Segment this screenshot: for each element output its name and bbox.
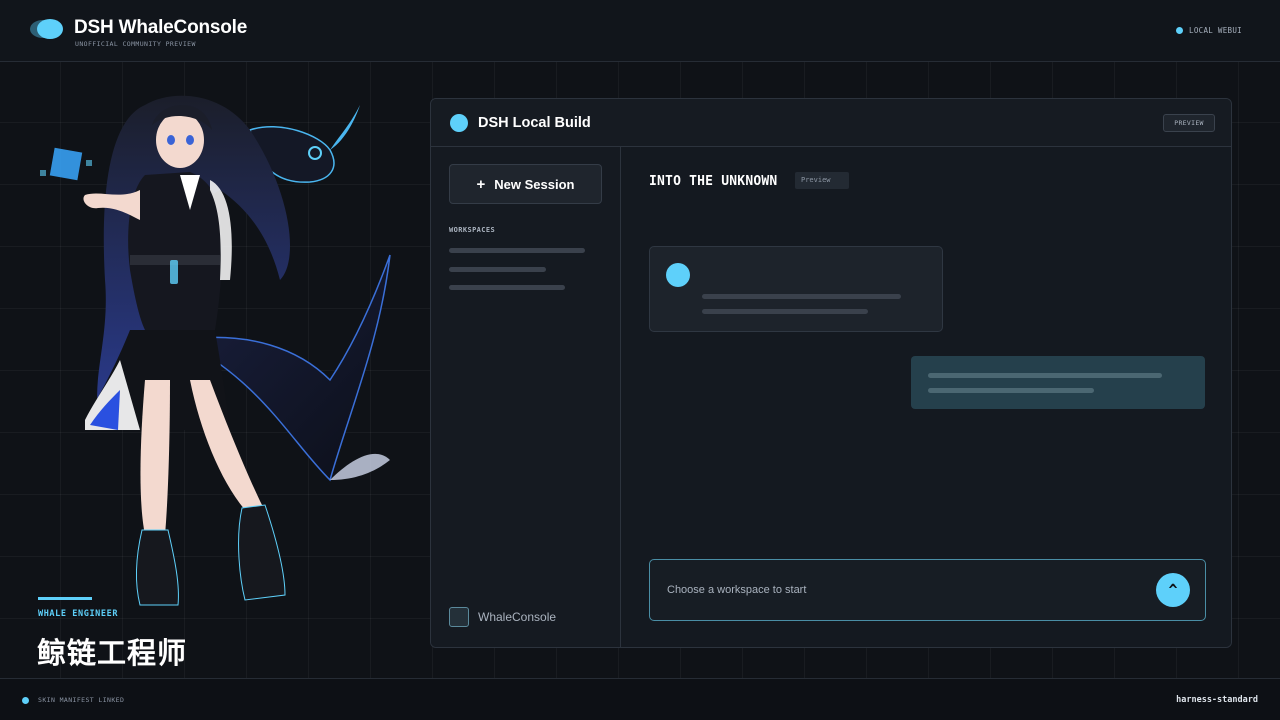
console-checkbox-icon[interactable] xyxy=(449,607,469,627)
whale-logo-icon xyxy=(30,19,64,39)
assistant-message xyxy=(649,246,943,332)
preview-badge: PREVIEW xyxy=(1163,114,1215,132)
app-subtitle: UNOFFICIAL COMMUNITY PREVIEW xyxy=(75,40,196,48)
message-line-placeholder xyxy=(702,309,868,314)
app-title: DSH WhaleConsole xyxy=(74,17,248,38)
window-header: DSH Local Build PREVIEW xyxy=(431,99,1231,147)
status-label: LOCAL WEBUI xyxy=(1189,26,1242,35)
workspaces-heading: WORKSPACES xyxy=(449,226,496,234)
message-line-placeholder xyxy=(928,373,1162,378)
footer-bar: SKIN MANIFEST LINKED harness-standard xyxy=(0,678,1280,720)
role-label-cn: 鲸链工程师 xyxy=(37,638,188,670)
workspace-placeholder xyxy=(449,285,565,290)
message-line-placeholder xyxy=(702,294,901,299)
assistant-avatar xyxy=(666,263,690,287)
character-illustration xyxy=(30,80,410,620)
top-bar: DSH WhaleConsole UNOFFICIAL COMMUNITY PR… xyxy=(0,0,1280,62)
sidebar: + New Session WORKSPACES WhaleConsole xyxy=(431,147,621,647)
workspace-item[interactable] xyxy=(449,282,565,294)
workspace-placeholder xyxy=(449,267,546,272)
send-button[interactable]: ^ xyxy=(1156,573,1190,607)
composer-input[interactable] xyxy=(667,581,1137,599)
role-accent-bar xyxy=(38,597,92,600)
main-title: INTO THE UNKNOWN xyxy=(649,174,778,189)
whale-engineer-figure xyxy=(40,95,391,606)
workspace-placeholder xyxy=(449,248,585,253)
status-dot-icon xyxy=(1176,27,1184,34)
app-window: DSH Local Build PREVIEW + New Session WO… xyxy=(430,98,1232,648)
manifest-status: SKIN MANIFEST LINKED xyxy=(22,696,124,704)
role-label-en: WHALE ENGINEER xyxy=(38,609,119,619)
sidebar-footer[interactable]: WhaleConsole xyxy=(449,607,556,627)
workspace-item[interactable] xyxy=(449,264,546,276)
chat-main: INTO THE UNKNOWN Preview ^ xyxy=(621,147,1231,647)
window-status-dot-icon xyxy=(450,114,468,132)
plus-icon: + xyxy=(476,175,486,193)
harness-label: harness-standard xyxy=(1176,695,1258,705)
sidebar-footer-label: WhaleConsole xyxy=(478,610,557,624)
manifest-label: SKIN MANIFEST LINKED xyxy=(38,696,125,704)
window-title: DSH Local Build xyxy=(478,115,591,131)
message-composer: ^ xyxy=(649,559,1206,621)
new-session-label: New Session xyxy=(494,176,575,192)
new-session-button[interactable]: + New Session xyxy=(449,164,602,204)
message-line-placeholder xyxy=(928,388,1094,393)
manifest-dot-icon xyxy=(22,696,29,704)
workspace-item[interactable] xyxy=(449,245,585,257)
user-message xyxy=(911,356,1205,409)
local-webui-status: LOCAL WEBUI xyxy=(1176,26,1242,35)
main-preview-badge: Preview xyxy=(795,172,849,189)
